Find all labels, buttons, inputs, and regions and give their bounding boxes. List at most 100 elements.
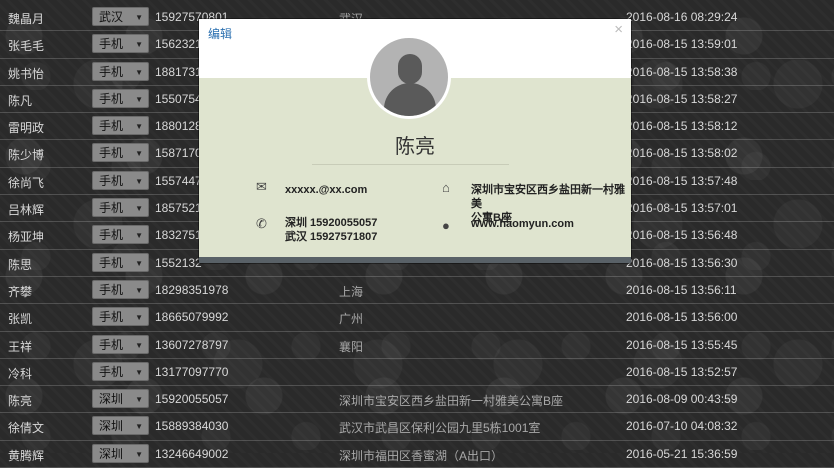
- modal-footer-bar: [199, 257, 631, 263]
- phone-shenzhen: 深圳 15920055057: [285, 217, 378, 229]
- city-select[interactable]: 深圳 ▼: [92, 416, 149, 436]
- table-row: 陈亮 深圳 ▼ 15920055057 深圳市宝安区西乡盐田新一村雅美公寓B座 2016-…: [0, 386, 834, 414]
- city-select[interactable]: 手机 ▼: [92, 88, 149, 108]
- phone-cell: 1557447: [155, 173, 202, 188]
- city-select[interactable]: 手机 ▼: [92, 307, 149, 327]
- avatar-head: [398, 54, 422, 84]
- chevron-down-icon: ▼: [135, 13, 143, 22]
- city-select[interactable]: 手机 ▼: [92, 116, 149, 136]
- chevron-down-icon: ▼: [135, 285, 143, 295]
- contact-name-cell: 齐攀: [8, 284, 33, 299]
- city-select[interactable]: 手机 ▼: [92, 252, 149, 272]
- address-cell: 深圳市宝安区西乡盐田新一村雅美公寓B座: [339, 394, 564, 409]
- table-row: 黄腾辉 深圳 ▼ 13246649002 深圳市福田区香蜜湖（A出口） 2016-05-2…: [0, 441, 834, 468]
- address-cell: 广州: [339, 312, 364, 327]
- contact-name-cell: 雷明政: [8, 121, 45, 136]
- close-icon[interactable]: ×: [614, 21, 623, 38]
- chevron-down-icon: ▼: [135, 367, 143, 377]
- city-select-value: 手机: [99, 255, 124, 270]
- city-select[interactable]: 手机 ▼: [92, 61, 149, 81]
- contact-name-cell: 徐倩文: [8, 421, 45, 436]
- contact-name-cell: 张毛毛: [8, 39, 45, 54]
- table-row: 徐倩文 深圳 ▼ 15889384030 武汉市武昌区保利公园九里5栋1001室 2016…: [0, 413, 834, 441]
- contact-card-modal: 编辑 × 陈亮 ✉ xxxxx.@xx.com ✆ 深圳 15920055057…: [199, 19, 631, 263]
- contact-name-cell: 王祥: [8, 339, 33, 354]
- contact-name: 陈亮: [395, 134, 435, 158]
- city-select-value: 手机: [99, 37, 124, 52]
- contact-name-cell: 黄腾辉: [8, 448, 45, 463]
- city-select[interactable]: 手机 ▼: [92, 170, 149, 190]
- phone-cell: 1832751: [155, 228, 202, 243]
- chevron-down-icon: ▼: [135, 449, 143, 459]
- envelope-icon: ✉: [256, 179, 267, 194]
- contact-website[interactable]: www.haomyun.com: [471, 217, 574, 231]
- avatar: [367, 35, 451, 119]
- chevron-down-icon: ▼: [135, 340, 143, 350]
- contact-email[interactable]: xxxxx.@xx.com: [285, 183, 367, 197]
- address-cell: 襄阳: [339, 339, 364, 354]
- chevron-down-icon: ▼: [135, 258, 143, 268]
- chevron-down-icon: ▼: [135, 395, 143, 405]
- timestamp-cell: 2016-08-15 13:56:30: [626, 255, 738, 270]
- address-line-1: 深圳市宝安区西乡盐田新一村雅美: [471, 184, 625, 210]
- edit-link[interactable]: 编辑: [208, 25, 232, 42]
- city-select[interactable]: 手机 ▼: [92, 225, 149, 245]
- phone-cell: 1552132: [155, 255, 202, 270]
- city-select[interactable]: 手机 ▼: [92, 198, 149, 218]
- city-select-value: 手机: [99, 119, 124, 134]
- globe-icon: ●: [442, 218, 450, 233]
- chevron-down-icon: ▼: [135, 67, 143, 77]
- home-icon: ⌂: [442, 180, 450, 195]
- city-select-value: 手机: [99, 146, 124, 161]
- timestamp-cell: 2016-08-15 13:59:01: [626, 37, 738, 52]
- contact-name-cell: 魏晶月: [8, 12, 45, 26]
- name-divider: [312, 164, 509, 165]
- timestamp-cell: 2016-08-15 13:52:57: [626, 364, 738, 379]
- timestamp-cell: 2016-08-15 13:56:00: [626, 310, 738, 325]
- contact-name-cell: 陈思: [8, 257, 33, 272]
- timestamp-cell: 2016-08-16 08:29:24: [626, 10, 738, 24]
- city-select-value: 深圳: [99, 419, 124, 434]
- chevron-down-icon: ▼: [135, 204, 143, 214]
- contact-name-cell: 陈少博: [8, 148, 45, 163]
- contact-name-cell: 杨亚坤: [8, 230, 45, 245]
- city-select-value: 深圳: [99, 446, 124, 461]
- chevron-down-icon: ▼: [135, 176, 143, 186]
- phone-cell: 1550754: [155, 91, 202, 106]
- contact-name-cell: 陈凡: [8, 93, 33, 108]
- table-row: 张凯 手机 ▼ 18665079992 广州 2016-08-15 13:56:00: [0, 304, 834, 332]
- chevron-down-icon: ▼: [135, 422, 143, 432]
- timestamp-cell: 2016-08-15 13:58:38: [626, 64, 738, 79]
- timestamp-cell: 2016-08-09 00:43:59: [626, 392, 738, 407]
- chevron-down-icon: ▼: [135, 94, 143, 104]
- phone-cell: 1857521: [155, 201, 202, 216]
- city-select[interactable]: 深圳 ▼: [92, 443, 149, 463]
- city-select-value: 手机: [99, 310, 124, 325]
- city-select-value: 手机: [99, 337, 124, 352]
- phone-cell: 13607278797: [155, 337, 229, 352]
- phone-icon: ✆: [256, 216, 267, 231]
- contact-name-cell: 吕林辉: [8, 203, 45, 218]
- table-row: 王祥 手机 ▼ 13607278797 襄阳 2016-08-15 13:55:45: [0, 332, 834, 359]
- city-select[interactable]: 手机 ▼: [92, 34, 149, 54]
- city-select-value: 武汉: [99, 10, 124, 24]
- address-cell: 武汉市武昌区保利公园九里5栋1001室: [339, 421, 541, 436]
- contact-name-cell: 冷科: [8, 366, 33, 381]
- contact-phones: 深圳 15920055057 武汉 15927571807: [285, 216, 377, 244]
- city-select[interactable]: 手机 ▼: [92, 279, 149, 299]
- timestamp-cell: 2016-08-15 13:56:48: [626, 228, 738, 243]
- city-select-value: 手机: [99, 282, 124, 297]
- city-select[interactable]: 手机 ▼: [92, 143, 149, 163]
- city-select[interactable]: 深圳 ▼: [92, 389, 149, 409]
- phone-cell: 15889384030: [155, 419, 229, 434]
- city-select[interactable]: 手机 ▼: [92, 361, 149, 381]
- avatar-body: [384, 83, 436, 116]
- contact-name-cell: 张凯: [8, 312, 33, 327]
- contact-name-cell: 徐尚飞: [8, 175, 45, 190]
- city-select[interactable]: 手机 ▼: [92, 334, 149, 354]
- table-row: 齐攀 手机 ▼ 18298351978 上海 2016-08-15 13:56:11: [0, 277, 834, 305]
- chevron-down-icon: ▼: [135, 149, 143, 159]
- timestamp-cell: 2016-08-15 13:56:11: [626, 282, 737, 297]
- city-select[interactable]: 武汉 ▼: [92, 7, 149, 26]
- contact-name-cell: 姚书怡: [8, 66, 45, 81]
